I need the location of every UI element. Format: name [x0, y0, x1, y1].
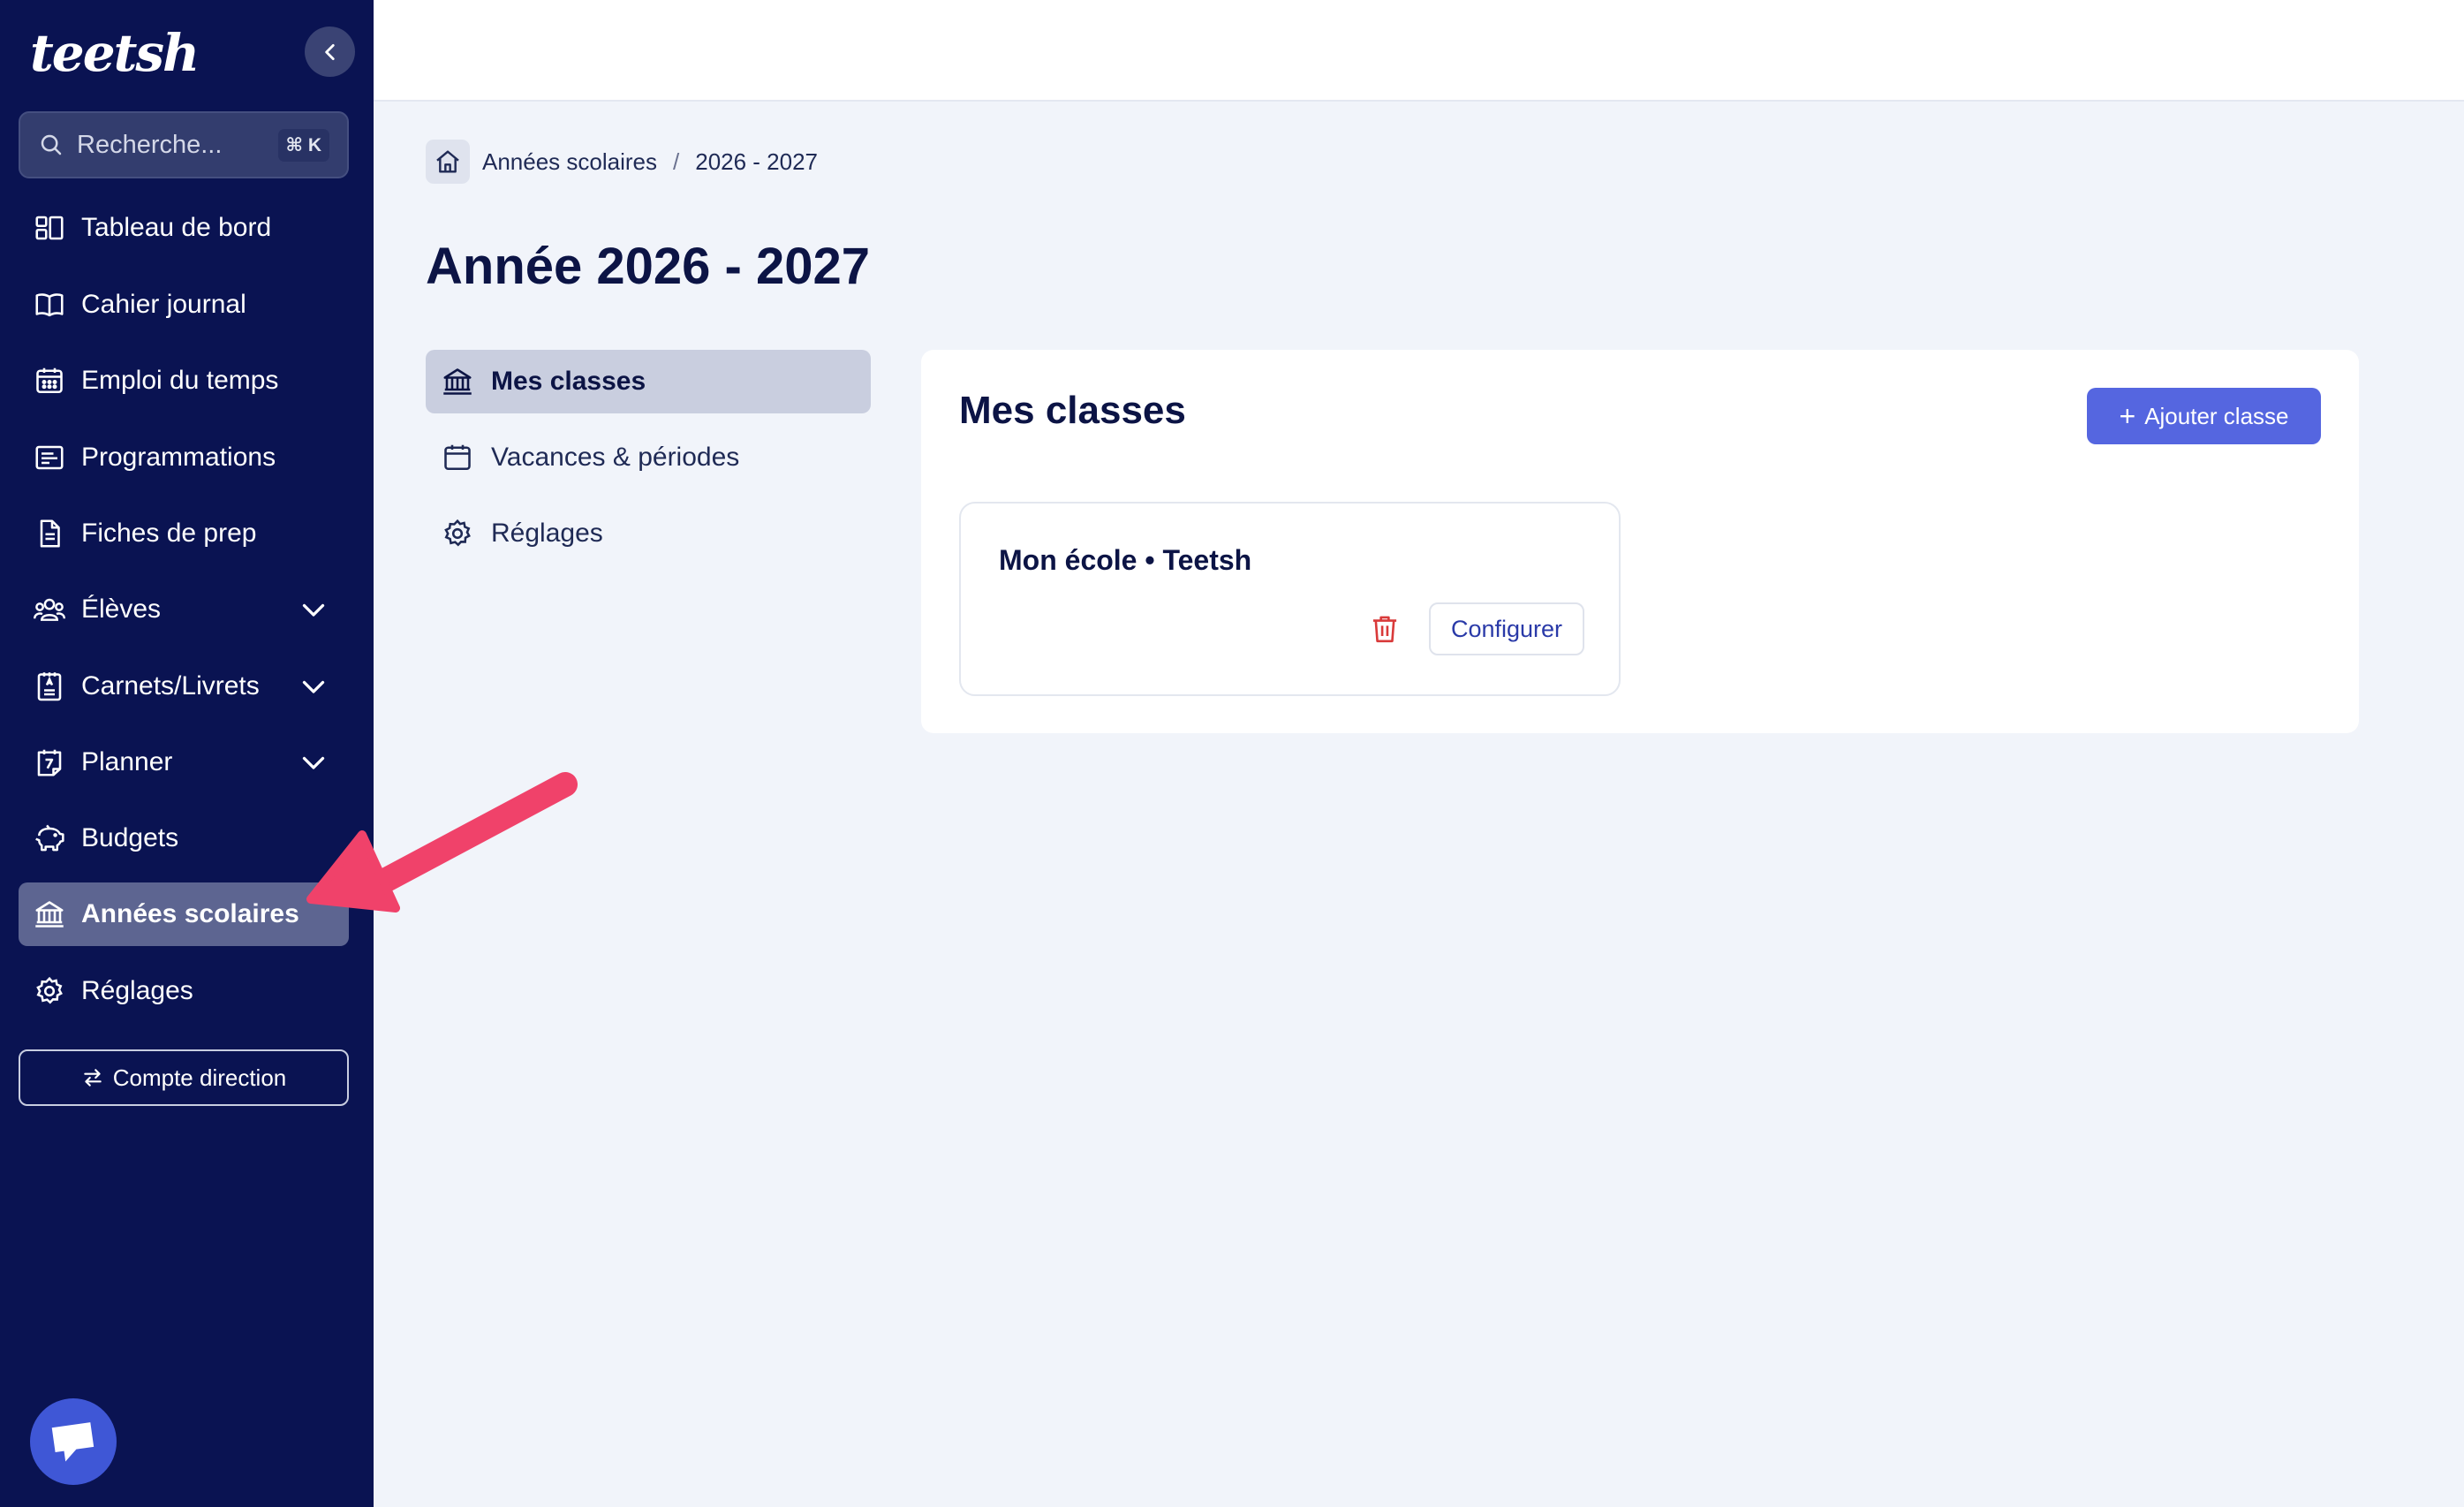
sidebar-item-programmations[interactable]: Programmations [19, 426, 349, 489]
sidebar-item-label: Tableau de bord [81, 213, 272, 242]
app-logo[interactable]: teetsh [30, 23, 200, 83]
users-icon [32, 592, 67, 627]
collapse-sidebar-button[interactable] [305, 27, 355, 77]
gear-icon [440, 516, 475, 551]
sidebar-item-cahier-journal[interactable]: Cahier journal [19, 273, 349, 337]
breadcrumb-separator: / [673, 148, 680, 175]
gear-icon [32, 973, 67, 1009]
sidebar-item-label: Réglages [81, 976, 193, 1005]
sidebar-item-label: Planner [81, 747, 173, 776]
swap-arrows-icon [83, 1069, 102, 1087]
list-board-icon [32, 440, 67, 475]
home-button[interactable] [426, 140, 470, 184]
subnav-item-vacances-periodes[interactable]: Vacances & périodes [426, 426, 871, 489]
sidebar-item-label: Programmations [81, 443, 276, 472]
breadcrumb-current: 2026 - 2027 [695, 148, 819, 175]
subnav-item-label: Réglages [491, 519, 603, 548]
notebook-icon [32, 669, 67, 704]
search-shortcut-badge: ⌘ K [277, 128, 329, 162]
switch-account-label: Compte direction [112, 1064, 287, 1091]
search-icon [41, 134, 62, 155]
sidebar-item-planner[interactable]: Planner [19, 731, 349, 794]
configure-class-button[interactable]: Configurer [1429, 602, 1584, 655]
chevron-down-icon[interactable] [298, 670, 329, 702]
top-bar [374, 0, 2464, 102]
switch-account-button[interactable]: Compte direction [19, 1049, 349, 1106]
sidebar-item-label: Cahier journal [81, 290, 246, 319]
piggy-bank-icon [32, 821, 67, 856]
sidebar-item-label: Fiches de prep [81, 519, 257, 548]
sidebar-item-tableau-de-bord[interactable]: Tableau de bord [19, 196, 349, 260]
trash-icon [1372, 616, 1397, 643]
sidebar: teetsh Recherche... ⌘ K Tableau de bord … [0, 0, 374, 1507]
class-card: Mon école • Teetsh Configurer [959, 502, 1621, 696]
chat-support-button[interactable] [30, 1398, 117, 1485]
sidebar-item-fiches-de-prep[interactable]: Fiches de prep [19, 502, 349, 565]
chevron-down-icon[interactable] [298, 594, 329, 625]
plus-icon: + [2119, 400, 2136, 432]
sidebar-item-eleves[interactable]: Élèves [19, 578, 349, 641]
sidebar-item-carnets-livrets[interactable]: Carnets/Livrets [19, 655, 349, 718]
chevron-down-icon[interactable] [298, 746, 329, 778]
book-icon [32, 287, 67, 322]
add-class-label: Ajouter classe [2144, 402, 2289, 429]
class-name: Mon école • Teetsh [999, 544, 1252, 576]
breadcrumb: Années scolaires / 2026 - 2027 [426, 140, 818, 184]
institution-icon [32, 897, 67, 932]
add-class-button[interactable]: + Ajouter classe [2087, 388, 2321, 444]
section-title: Mes classes [959, 389, 1186, 432]
sidebar-item-label: Emploi du temps [81, 366, 279, 395]
calendar-icon [440, 440, 475, 475]
sidebar-item-label: Élèves [81, 594, 162, 624]
institution-icon [440, 364, 475, 399]
document-icon [32, 516, 67, 551]
sidebar-item-label: Carnets/Livrets [81, 671, 260, 700]
subnav-item-reglages[interactable]: Réglages [426, 502, 871, 565]
planner-icon [32, 745, 67, 780]
search-placeholder: Recherche... [77, 130, 223, 159]
sidebar-item-reglages[interactable]: Réglages [19, 959, 349, 1023]
sidebar-item-budgets[interactable]: Budgets [19, 807, 349, 870]
calendar-grid-icon [32, 363, 67, 398]
home-icon [436, 150, 459, 173]
classes-panel: Mes classes + Ajouter classe Mon école •… [921, 350, 2359, 733]
subnav-item-label: Mes classes [491, 367, 646, 396]
subnav-item-mes-classes[interactable]: Mes classes [426, 350, 871, 413]
chevron-left-icon [324, 43, 335, 60]
sidebar-item-label: Années scolaires [81, 899, 299, 928]
search-input[interactable]: Recherche... ⌘ K [19, 111, 349, 178]
sidebar-item-annees-scolaires[interactable]: Années scolaires [19, 882, 349, 946]
breadcrumb-link-annees-scolaires[interactable]: Années scolaires [482, 148, 657, 176]
sidebar-item-label: Budgets [81, 823, 179, 852]
sidebar-item-emploi-du-temps[interactable]: Emploi du temps [19, 349, 349, 413]
dashboard-icon [32, 210, 67, 246]
page-title: Année 2026 - 2027 [426, 238, 870, 295]
delete-class-button[interactable] [1369, 611, 1401, 647]
subnav-item-label: Vacances & périodes [491, 443, 740, 472]
chat-bubble-icon [51, 1422, 94, 1462]
